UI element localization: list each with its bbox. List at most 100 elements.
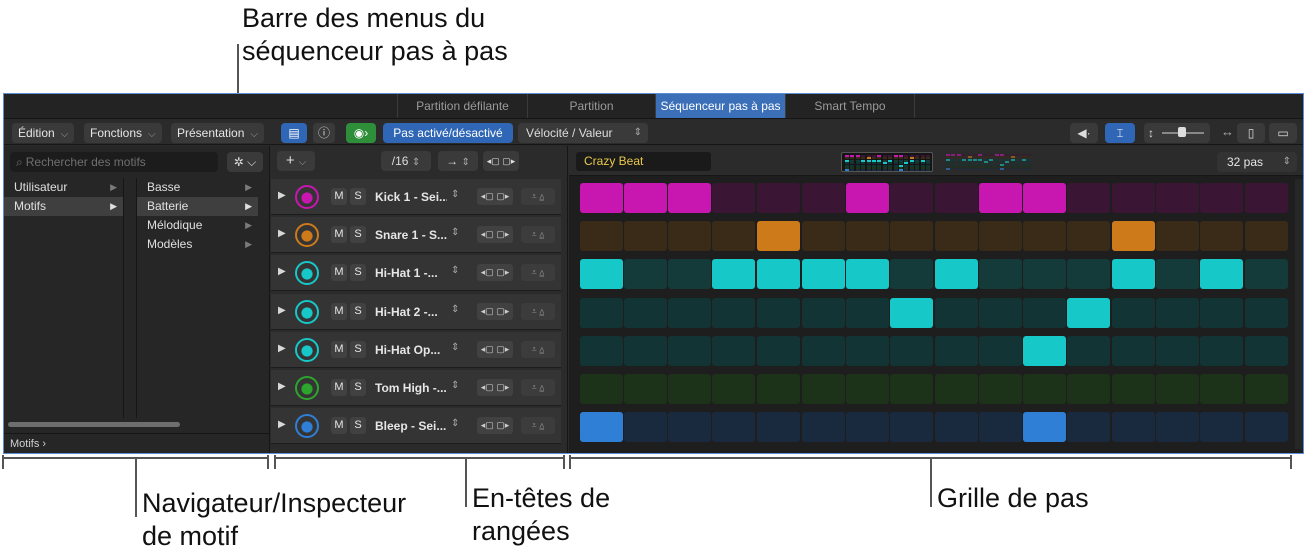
step-cell[interactable] xyxy=(1067,412,1111,443)
step-cell[interactable] xyxy=(712,297,756,328)
row-name[interactable]: Hi-Hat 1 -... xyxy=(375,265,447,281)
step-cell[interactable] xyxy=(889,221,933,252)
disclosure-triangle-icon[interactable]: ▶ xyxy=(278,266,286,277)
step-cell[interactable] xyxy=(845,412,889,443)
step-cell[interactable] xyxy=(1156,374,1200,404)
step-grid-vertical-scrollbar[interactable] xyxy=(1295,179,1303,449)
disclosure-triangle-icon[interactable]: ▶ xyxy=(278,381,286,392)
navigator-item-patterns[interactable]: Motifs ▶ xyxy=(4,197,123,216)
step-cell[interactable] xyxy=(978,221,1022,252)
up-down-chevron-icon[interactable]: ⇕ xyxy=(451,227,459,238)
step-cell[interactable] xyxy=(1156,221,1200,252)
step-cell[interactable] xyxy=(1156,297,1200,328)
step-cell[interactable] xyxy=(845,259,889,290)
step-cell[interactable] xyxy=(934,221,978,252)
step-cell[interactable] xyxy=(668,183,712,213)
navigator-item-user[interactable]: Utilisateur ▶ xyxy=(4,178,123,197)
step-cell[interactable] xyxy=(889,297,933,328)
step-cell[interactable] xyxy=(712,374,756,404)
step-cell[interactable] xyxy=(1023,297,1066,328)
step-cell[interactable] xyxy=(712,335,756,366)
step-cell[interactable] xyxy=(1112,335,1156,366)
row-length-icon[interactable]: ◂▢ ▢▸ xyxy=(477,264,513,282)
edit-menu[interactable]: Édition ⌵ xyxy=(12,123,75,143)
navigator-item-drums[interactable]: Batterie ▶ xyxy=(137,197,258,216)
mute-button[interactable]: M xyxy=(331,302,347,320)
narrow-view-icon[interactable]: ▯ xyxy=(1237,123,1265,143)
solo-button[interactable]: S xyxy=(350,302,366,320)
step-cell[interactable] xyxy=(978,259,1022,290)
pattern-name-field[interactable]: Crazy Beat xyxy=(576,152,711,171)
step-cell[interactable] xyxy=(1244,183,1288,213)
fit-vertical-icon[interactable]: ⌶ xyxy=(1105,123,1135,143)
step-cell[interactable] xyxy=(668,297,712,328)
step-cell[interactable] xyxy=(1067,297,1111,328)
mute-button[interactable]: M xyxy=(331,264,347,282)
up-down-chevron-icon[interactable]: ⇕ xyxy=(451,380,459,391)
row-name[interactable]: Hi-Hat Op... xyxy=(375,342,447,358)
step-cell[interactable] xyxy=(580,221,623,252)
step-cell[interactable] xyxy=(757,259,801,290)
step-cell[interactable] xyxy=(757,221,801,252)
step-cell[interactable] xyxy=(1156,183,1200,213)
up-down-chevron-icon[interactable]: ⇕ xyxy=(451,342,459,353)
step-cell[interactable] xyxy=(1112,374,1156,404)
step-cell[interactable] xyxy=(1200,183,1244,213)
step-cell[interactable] xyxy=(801,297,845,328)
step-cell[interactable] xyxy=(1244,221,1288,252)
step-on-off-mode-button[interactable]: Pas activé/désactivé xyxy=(383,123,513,143)
pattern-length-icon[interactable]: ◂▢ ▢▸ xyxy=(483,151,519,171)
tab-piano-roll[interactable]: Partition défilante xyxy=(397,94,527,118)
step-cell[interactable] xyxy=(580,335,623,366)
step-cell[interactable] xyxy=(668,412,712,443)
step-cell[interactable] xyxy=(624,374,668,404)
step-cell[interactable] xyxy=(1112,412,1156,443)
step-cell[interactable] xyxy=(712,221,756,252)
mute-button[interactable]: M xyxy=(331,340,347,358)
step-cell[interactable] xyxy=(1067,183,1111,213)
step-cell[interactable] xyxy=(889,412,933,443)
step-cell[interactable] xyxy=(1200,412,1244,443)
row-name[interactable]: Bleep - Sei... xyxy=(375,418,447,434)
step-cell[interactable] xyxy=(1023,183,1066,213)
speaker-icon[interactable]: ◀︎· xyxy=(1070,123,1098,143)
row-move-icon[interactable]: ⩡ ⩠ xyxy=(521,188,555,205)
disclosure-triangle-icon[interactable]: ▶ xyxy=(278,343,286,354)
step-cell[interactable] xyxy=(889,335,933,366)
up-down-chevron-icon[interactable]: ⇕ xyxy=(451,189,459,200)
step-cell[interactable] xyxy=(1200,221,1244,252)
step-cell[interactable] xyxy=(1112,259,1156,290)
step-cell[interactable] xyxy=(1067,335,1111,366)
wide-view-icon[interactable]: ▭ xyxy=(1269,123,1297,143)
row-length-icon[interactable]: ◂▢ ▢▸ xyxy=(477,226,513,244)
row-header[interactable]: ▶ M S Hi-Hat 2 -... ⇕ ◂▢ ▢▸ ⩡ ⩠ xyxy=(271,293,561,330)
step-cell[interactable] xyxy=(1244,259,1288,290)
step-cell[interactable] xyxy=(845,183,889,213)
step-cell[interactable] xyxy=(757,297,801,328)
row-header[interactable]: ▶ M S Tom High -... ⇕ ◂▢ ▢▸ ⩡ ⩠ xyxy=(271,370,561,406)
solo-button[interactable]: S xyxy=(350,226,366,244)
step-cell[interactable] xyxy=(1067,259,1111,290)
solo-button[interactable]: S xyxy=(350,340,366,358)
pattern-overview-thumbnail[interactable] xyxy=(841,152,933,172)
row-length-icon[interactable]: ◂▢ ▢▸ xyxy=(477,302,513,320)
step-cell[interactable] xyxy=(1023,259,1066,290)
row-header[interactable]: ▶ M S Kick 1 - Sei... ⇕ ◂▢ ▢▸ ⩡ ⩠ xyxy=(271,179,561,215)
step-cell[interactable] xyxy=(1200,259,1244,290)
playback-direction-selector[interactable]: → ⇕ xyxy=(438,151,478,171)
step-cell[interactable] xyxy=(1067,374,1111,404)
step-cell[interactable] xyxy=(889,259,933,290)
step-cell[interactable] xyxy=(668,335,712,366)
add-row-button[interactable]: + ⌵ xyxy=(277,151,315,171)
step-cell[interactable] xyxy=(978,335,1022,366)
step-cell[interactable] xyxy=(978,183,1022,213)
step-cell[interactable] xyxy=(1156,335,1200,366)
step-cell[interactable] xyxy=(889,374,933,404)
step-cell[interactable] xyxy=(978,412,1022,443)
navigator-item-bass[interactable]: Basse ▶ xyxy=(137,178,258,197)
step-cell[interactable] xyxy=(624,259,668,290)
row-move-icon[interactable]: ⩡ ⩠ xyxy=(521,379,555,396)
step-cell[interactable] xyxy=(978,297,1022,328)
view-menu[interactable]: Présentation ⌵ xyxy=(171,123,264,143)
row-move-icon[interactable]: ⩡ ⩠ xyxy=(521,417,555,435)
